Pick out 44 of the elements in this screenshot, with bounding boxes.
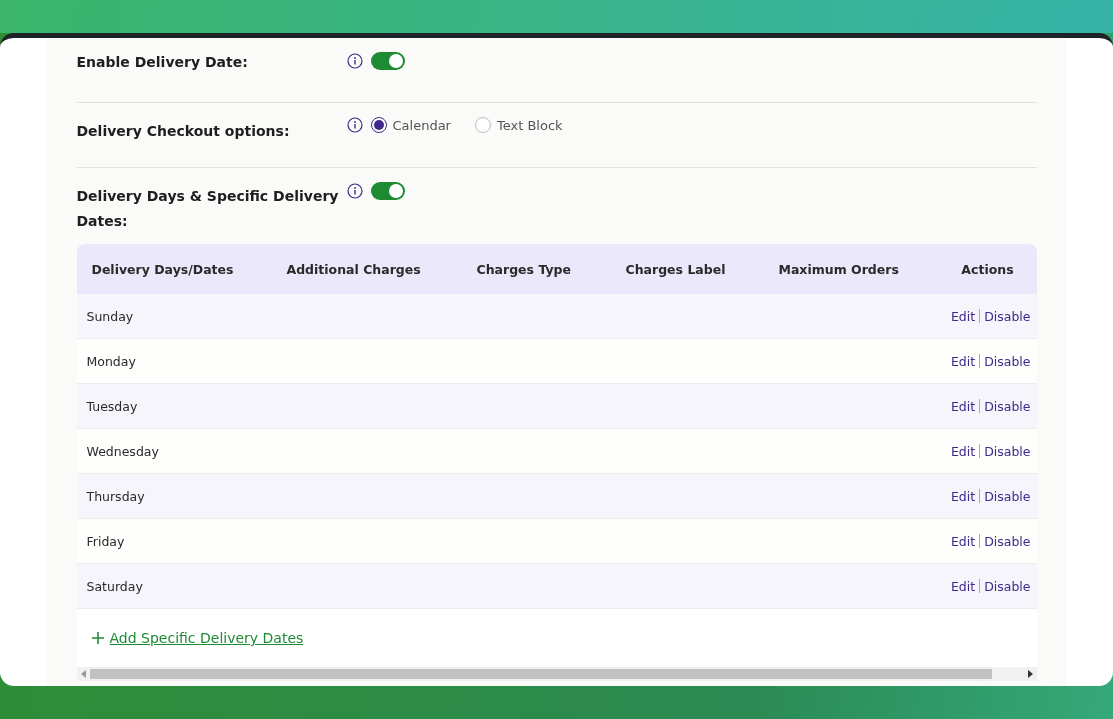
disable-link[interactable]: Disable — [984, 353, 1031, 369]
edit-link[interactable]: Edit — [950, 578, 976, 594]
table-cell-text: Monday — [85, 353, 137, 369]
scroll-left-icon[interactable] — [80, 670, 86, 678]
info-icon[interactable] — [346, 53, 363, 69]
disable-link[interactable]: Disable — [984, 488, 1031, 504]
radio-button[interactable] — [370, 117, 387, 133]
toggle-switch[interactable] — [370, 182, 405, 200]
edit-link[interactable]: Edit — [950, 443, 976, 459]
info-icon[interactable] — [346, 117, 363, 133]
table-cell-text: Friday — [85, 533, 126, 549]
edit-link[interactable]: Edit — [950, 398, 976, 414]
column-header: Charges Type — [475, 261, 572, 277]
edit-link[interactable]: Edit — [950, 308, 976, 324]
edit-link[interactable]: Edit — [950, 353, 976, 369]
disable-link[interactable]: Disable — [984, 308, 1031, 324]
edit-link[interactable]: Edit — [950, 533, 976, 549]
column-header: Charges Label — [624, 261, 727, 277]
radio-label: Calendar — [392, 117, 451, 133]
horizontal-scrollbar[interactable] — [76, 667, 1037, 681]
add-dates-link[interactable]: Add Specific Delivery Dates — [109, 630, 304, 646]
toggle-switch[interactable] — [370, 52, 405, 70]
table-cell-text: Sunday — [85, 308, 135, 324]
disable-link[interactable]: Disable — [984, 398, 1031, 414]
scroll-right-icon[interactable] — [1027, 670, 1033, 678]
column-header: Maximum Orders — [777, 261, 900, 277]
setting-label: Enable Delivery Date: — [76, 53, 249, 72]
column-header: Actions — [960, 261, 1015, 277]
setting-label: Delivery Checkout options: — [76, 122, 291, 141]
disable-link[interactable]: Disable — [984, 578, 1031, 594]
info-icon[interactable] — [346, 183, 363, 199]
disable-link[interactable]: Disable — [984, 443, 1031, 459]
edit-link[interactable]: Edit — [950, 488, 976, 504]
table-cell-text: Tuesday — [85, 398, 139, 414]
table-cell-text: Saturday — [85, 578, 144, 594]
setting-label: Delivery Days & Specific Delivery Dates: — [76, 187, 340, 231]
plus-icon[interactable] — [91, 632, 104, 644]
table-cell-text: Thursday — [85, 488, 146, 504]
disable-link[interactable]: Disable — [984, 533, 1031, 549]
table-cell-text: Wednesday — [85, 443, 160, 459]
radio-button[interactable] — [474, 117, 491, 133]
column-header: Additional Charges — [285, 261, 422, 277]
radio-label: Text Block — [496, 117, 563, 133]
column-header: Delivery Days/Dates — [90, 261, 235, 277]
